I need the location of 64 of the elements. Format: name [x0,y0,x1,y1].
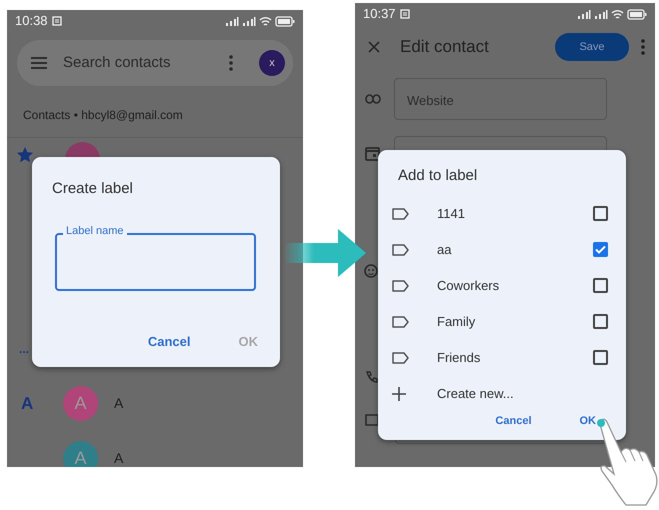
label-icon [392,244,409,256]
label-name: Family [437,312,476,331]
emoji-icon [364,264,378,278]
field-label: Label name [63,224,126,238]
create-new-row[interactable]: Create new... [378,376,626,412]
status-time: 10:38 [15,12,48,30]
label-icon [392,280,409,292]
checkbox[interactable] [593,350,608,365]
search-bar[interactable]: Search contacts x [17,40,293,86]
wifi-icon [611,8,624,20]
notification-icon [52,16,62,26]
signal-icon [242,16,256,26]
status-time: 10:37 [363,5,396,24]
label-row[interactable]: aa [378,232,626,268]
label-row[interactable]: Friends [378,340,626,376]
label-icon [392,208,409,220]
battery-icon [627,8,647,20]
phone-icon [365,370,379,384]
screen-title: Edit contact [400,36,490,58]
label-row[interactable]: Coworkers [378,268,626,304]
contact-name: A [114,449,124,467]
search-placeholder: Search contacts [63,52,172,73]
battery-icon [275,16,295,26]
checkbox[interactable] [593,314,608,329]
section-letter: A [21,392,34,415]
label-icon [392,316,409,328]
label-name: Coworkers [437,276,500,295]
signal-icon [594,8,608,20]
dialog-title: Add to label [398,166,478,186]
plus-icon [392,386,406,400]
save-button[interactable]: Save [555,33,629,61]
wifi-icon [259,16,272,26]
signal-icon [225,16,239,26]
checkbox[interactable] [593,206,608,221]
signal-icon [577,8,591,20]
website-field[interactable]: Website [394,78,607,120]
notification-icon [400,9,410,19]
menu-icon [31,57,47,69]
star-icon [17,147,33,163]
arrow-icon [286,229,366,277]
label-name: 1141 [437,204,466,223]
more-icon[interactable] [229,55,233,71]
account-avatar[interactable]: x [259,50,285,76]
label-name: Friends [437,348,482,367]
link-icon [365,94,381,104]
label-row[interactable]: 1141 [378,196,626,232]
overflow-mark: ... [19,344,30,354]
note-icon [365,414,379,426]
checkbox[interactable] [593,242,608,257]
label-name: aa [437,240,452,259]
contact-name: A [114,394,124,413]
label-row[interactable]: Family [378,304,626,340]
dialog-title: Create label [52,179,133,199]
close-icon[interactable] [368,41,380,53]
label-icon [392,352,409,364]
account-line: Contacts • hbcyl8@gmail.com [7,86,303,138]
dialog-button[interactable]: Cancel [148,332,190,351]
checkbox[interactable] [593,278,608,293]
more-icon[interactable] [641,39,645,55]
dialog-button[interactable]: Cancel [495,412,532,429]
create-new-label: Create new... [437,384,515,403]
hand-pointer-icon [596,418,658,508]
calendar-icon [365,146,380,161]
dialog-button[interactable]: OK [580,412,596,429]
